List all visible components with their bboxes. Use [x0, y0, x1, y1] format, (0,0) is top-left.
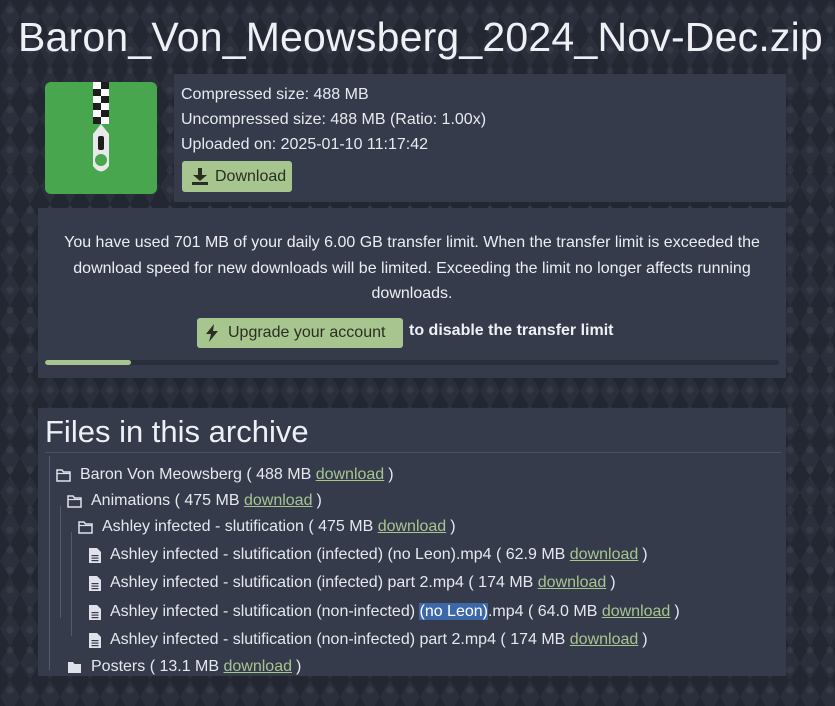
size-open-paren: ( 488 MB [241, 466, 316, 483]
folder-name: Animations [91, 492, 171, 509]
size-close-paren: ) [450, 518, 456, 535]
upgrade-account-button[interactable]: Upgrade your account [197, 318, 403, 348]
file-icon [89, 575, 110, 591]
folder-open-icon [67, 494, 91, 508]
file-info-box: Compressed size: 488 MB Uncompressed siz… [174, 74, 786, 202]
size-open-paren: ( 174 MB [495, 631, 570, 648]
size-open-paren: ( 62.9 MB [491, 546, 570, 563]
folder-row: Posters ( 13.1 MB download) [67, 658, 301, 676]
folder-closed-icon [67, 661, 91, 674]
file-row: Ashley infected - slutification (non-inf… [89, 603, 680, 621]
file-row: Ashley infected - slutification (infecte… [89, 546, 648, 564]
size-close-paren: ) [642, 631, 648, 648]
file-name: Ashley infected - slutification (non-inf… [110, 603, 524, 620]
zip-file-icon [45, 82, 157, 194]
transfer-limit-panel: You have used 701 MB of your daily 6.00 … [38, 208, 786, 378]
size-close-paren: ) [296, 658, 302, 675]
file-name: Ashley infected - slutification (non-inf… [110, 631, 496, 648]
download-icon [192, 168, 208, 185]
tree-guide-line [49, 456, 50, 670]
folder-open-icon [78, 520, 102, 534]
archive-title: Baron_Von_Meowsberg_2024_Nov-Dec.zip [18, 14, 823, 60]
download-button-label: Download [215, 167, 287, 185]
text-selection: (no Leon) [419, 603, 488, 620]
upgrade-suffix-text: to disable the transfer limit [409, 322, 614, 339]
item-download-link[interactable]: download [378, 518, 447, 536]
size-close-paren: ) [316, 492, 322, 509]
lightning-icon [206, 324, 218, 342]
folder-name: Posters [91, 658, 146, 675]
size-open-paren: ( 64.0 MB [523, 603, 602, 620]
size-open-paren: ( 13.1 MB [145, 658, 224, 675]
size-open-paren: ( 475 MB [303, 518, 378, 535]
folder-row: Animations ( 475 MB download) [67, 492, 322, 510]
file-row: Ashley infected - slutification (non-inf… [89, 631, 648, 649]
folder-name: Baron Von Meowsberg [80, 466, 242, 483]
item-download-link[interactable]: download [570, 546, 639, 564]
archive-files-panel: Files in this archive Baron Von Meowsber… [38, 408, 786, 676]
item-download-link[interactable]: download [570, 631, 639, 649]
size-open-paren: ( 174 MB [463, 574, 538, 591]
size-close-paren: ) [610, 574, 616, 591]
download-button[interactable]: Download [182, 161, 292, 192]
transfer-limit-message: You have used 701 MB of your daily 6.00 … [64, 234, 760, 302]
size-open-paren: ( 475 MB [170, 492, 244, 509]
transfer-progress-bar [45, 360, 779, 365]
item-download-link[interactable]: download [602, 603, 671, 621]
tree-guide-line [60, 506, 61, 618]
file-icon [89, 547, 110, 563]
folder-open-icon [56, 468, 80, 482]
upgrade-button-label: Upgrade your account [228, 324, 386, 341]
item-download-link[interactable]: download [224, 658, 293, 676]
files-heading: Files in this archive [45, 414, 309, 449]
file-row: Ashley infected - slutification (infecte… [89, 574, 616, 592]
file-icon [89, 604, 110, 620]
folder-row: Baron Von Meowsberg ( 488 MB download) [56, 466, 394, 484]
tree-guide-line [71, 532, 72, 636]
uncompressed-size: Uncompressed size: 488 MB (Ratio: 1.00x) [181, 111, 487, 128]
item-download-link[interactable]: download [538, 574, 607, 592]
item-download-link[interactable]: download [316, 466, 385, 484]
compressed-size: Compressed size: 488 MB [181, 86, 369, 103]
file-name: Ashley infected - slutification (infecte… [110, 546, 492, 563]
upload-date: Uploaded on: 2025-01-10 11:17:42 [181, 136, 429, 153]
folder-name: Ashley infected - slutification [102, 518, 304, 535]
transfer-progress-fill [45, 360, 131, 365]
size-close-paren: ) [388, 466, 394, 483]
folder-row: Ashley infected - slutification ( 475 MB… [78, 518, 456, 536]
size-close-paren: ) [674, 603, 680, 620]
file-icon [89, 632, 110, 648]
file-info-panel: Compressed size: 488 MB Uncompressed siz… [38, 74, 786, 202]
size-close-paren: ) [642, 546, 648, 563]
file-name: Ashley infected - slutification (infecte… [110, 574, 464, 591]
item-download-link[interactable]: download [244, 492, 313, 510]
heading-divider [45, 452, 781, 453]
